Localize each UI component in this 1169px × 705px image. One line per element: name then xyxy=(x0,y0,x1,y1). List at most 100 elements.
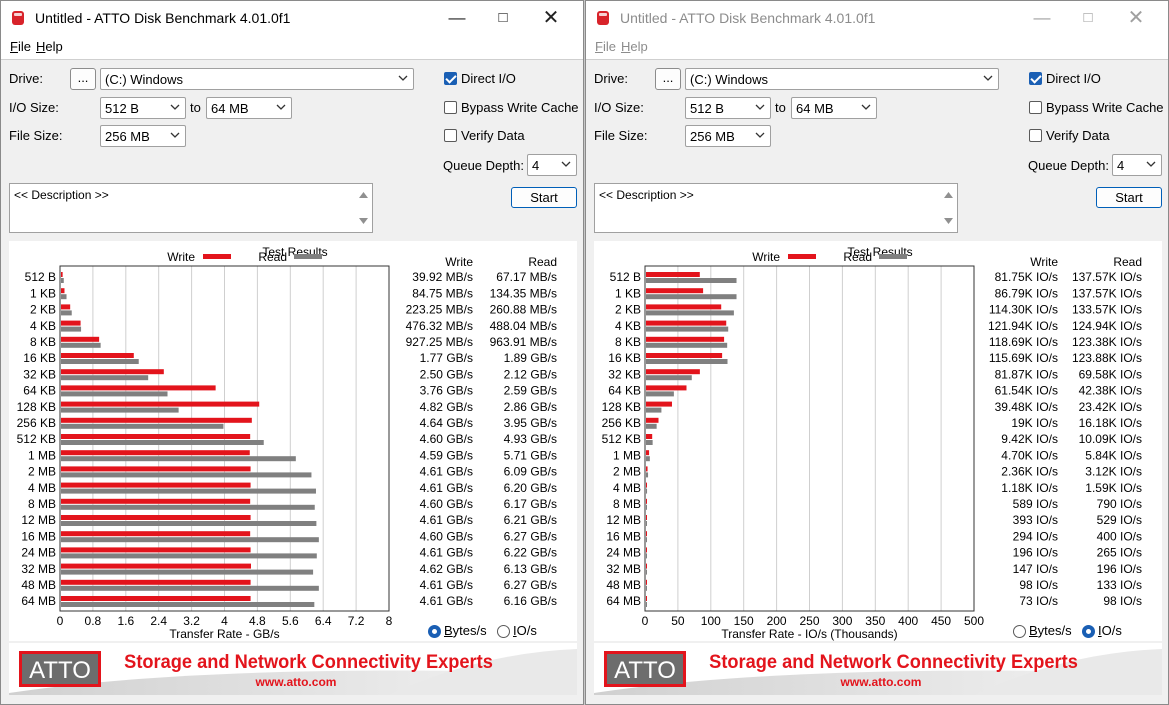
direct-io-checkbox[interactable] xyxy=(1029,72,1042,85)
read-bar xyxy=(61,521,317,526)
minimize-button[interactable]: — xyxy=(1020,5,1064,31)
write-value: 19K IO/s xyxy=(1011,416,1058,430)
bypass-write-cache-checkbox[interactable] xyxy=(1029,101,1042,114)
write-bar xyxy=(61,563,251,569)
read-bar xyxy=(646,602,647,607)
read-bar xyxy=(646,569,647,575)
menu-file[interactable]: File xyxy=(595,39,616,54)
benchmark-window-2: Untitled - ATTO Disk Benchmark 4.01.0f1 … xyxy=(585,0,1169,705)
category-label: 16 KB xyxy=(608,351,641,365)
close-button[interactable]: ✕ xyxy=(1114,5,1158,31)
atto-logo-text: ATTO xyxy=(614,657,676,684)
read-bar xyxy=(646,440,653,445)
io-per-second-radio[interactable] xyxy=(497,625,510,638)
file-size-value: 256 MB xyxy=(105,129,150,144)
category-label: 64 MB xyxy=(21,594,56,608)
io-size-from-select[interactable]: 512 B xyxy=(100,97,186,119)
read-value: 529 IO/s xyxy=(1097,513,1142,527)
io-size-to-select[interactable]: 64 MB xyxy=(206,97,292,119)
file-size-select[interactable]: 256 MB xyxy=(100,125,186,147)
write-value: 589 IO/s xyxy=(1013,497,1058,511)
read-value: 133 IO/s xyxy=(1097,578,1142,592)
read-value: 67.17 MB/s xyxy=(496,270,557,284)
verify-data-checkbox[interactable] xyxy=(1029,129,1042,142)
read-value: 4.93 GB/s xyxy=(504,432,557,446)
menu-bar: File Help xyxy=(586,35,1168,60)
read-value: 6.21 GB/s xyxy=(504,513,557,527)
chevron-down-icon xyxy=(170,104,180,110)
bytes-per-second-label: Bytes/s xyxy=(444,623,487,638)
write-value: 4.61 GB/s xyxy=(420,465,473,479)
io-size-to-select[interactable]: 64 MB xyxy=(791,97,877,119)
io-size-from-select[interactable]: 512 B xyxy=(685,97,771,119)
io-size-to-value: 64 MB xyxy=(211,101,249,116)
title-bar[interactable]: Untitled - ATTO Disk Benchmark 4.01.0f1 … xyxy=(586,1,1168,35)
queue-depth-value: 4 xyxy=(1117,158,1125,173)
description-textarea[interactable]: << Description >> xyxy=(9,183,373,233)
write-value: 121.94K IO/s xyxy=(988,319,1058,333)
read-bar xyxy=(646,521,647,526)
write-bar xyxy=(61,401,260,407)
verify-data-checkbox[interactable] xyxy=(444,129,457,142)
verify-data-label: Verify Data xyxy=(1046,128,1110,143)
verify-data-label: Verify Data xyxy=(461,128,525,143)
write-value: 4.60 GB/s xyxy=(420,432,473,446)
description-textarea[interactable]: << Description >> xyxy=(594,183,958,233)
drive-select[interactable]: (C:) Windows xyxy=(685,68,999,90)
maximize-button[interactable]: □ xyxy=(481,5,525,31)
read-bar xyxy=(646,342,728,348)
queue-depth-label: Queue Depth: xyxy=(1028,158,1109,173)
write-value: 223.25 MB/s xyxy=(406,303,473,317)
drive-select[interactable]: (C:) Windows xyxy=(100,68,414,90)
description-scrollbar[interactable] xyxy=(355,184,372,232)
description-scrollbar[interactable] xyxy=(940,184,957,232)
write-value: 1.18K IO/s xyxy=(1001,481,1058,495)
write-value: 4.62 GB/s xyxy=(420,562,473,576)
io-size-to-value: 64 MB xyxy=(796,101,834,116)
title-bar[interactable]: Untitled - ATTO Disk Benchmark 4.01.0f1 … xyxy=(1,1,583,35)
x-tick-label: 3.2 xyxy=(183,614,200,628)
browse-drive-button[interactable]: ... xyxy=(655,68,681,90)
bypass-write-cache-checkbox[interactable] xyxy=(444,101,457,114)
write-value: 61.54K IO/s xyxy=(995,384,1058,398)
bytes-per-second-radio[interactable] xyxy=(428,625,441,638)
start-button[interactable]: Start xyxy=(1096,187,1162,208)
start-button[interactable]: Start xyxy=(511,187,577,208)
write-bar xyxy=(646,563,647,569)
browse-drive-button[interactable]: ... xyxy=(70,68,96,90)
menu-help[interactable]: Help xyxy=(36,39,63,54)
legend-write-swatch xyxy=(203,254,231,259)
queue-depth-select[interactable]: 4 xyxy=(1112,154,1162,176)
file-size-label: File Size: xyxy=(9,128,63,143)
category-label: 1 MB xyxy=(613,448,641,462)
app-disk-icon xyxy=(597,11,609,25)
close-button[interactable]: ✕ xyxy=(529,5,573,31)
menu-help[interactable]: Help xyxy=(621,39,648,54)
write-bar xyxy=(646,450,650,456)
write-bar xyxy=(61,450,250,456)
direct-io-checkbox[interactable] xyxy=(444,72,457,85)
io-per-second-radio[interactable] xyxy=(1082,625,1095,638)
atto-banner[interactable]: ATTO Storage and Network Connectivity Ex… xyxy=(594,643,1162,695)
io-size-from-value: 512 B xyxy=(690,101,724,116)
x-axis-title: Transfer Rate - GB/s xyxy=(169,627,279,641)
menu-file[interactable]: File xyxy=(10,39,31,54)
x-tick-label: 300 xyxy=(832,614,852,628)
read-bar xyxy=(646,407,662,413)
maximize-button[interactable]: □ xyxy=(1066,5,1110,31)
queue-depth-select[interactable]: 4 xyxy=(527,154,577,176)
read-bar xyxy=(646,585,647,591)
queue-depth-value: 4 xyxy=(532,158,540,173)
read-bar xyxy=(646,488,648,494)
minimize-button[interactable]: — xyxy=(435,5,479,31)
bytes-per-second-radio[interactable] xyxy=(1013,625,1026,638)
category-label: 512 B xyxy=(25,270,56,284)
benchmark-window-1: Untitled - ATTO Disk Benchmark 4.01.0f1 … xyxy=(0,0,584,705)
x-tick-label: 0 xyxy=(57,614,64,628)
read-value: 6.13 GB/s xyxy=(504,562,557,576)
file-size-select[interactable]: 256 MB xyxy=(685,125,771,147)
atto-banner[interactable]: ATTO Storage and Network Connectivity Ex… xyxy=(9,643,577,695)
chevron-down-icon xyxy=(398,75,408,81)
write-bar xyxy=(646,434,653,439)
category-label: 32 KB xyxy=(608,367,641,381)
